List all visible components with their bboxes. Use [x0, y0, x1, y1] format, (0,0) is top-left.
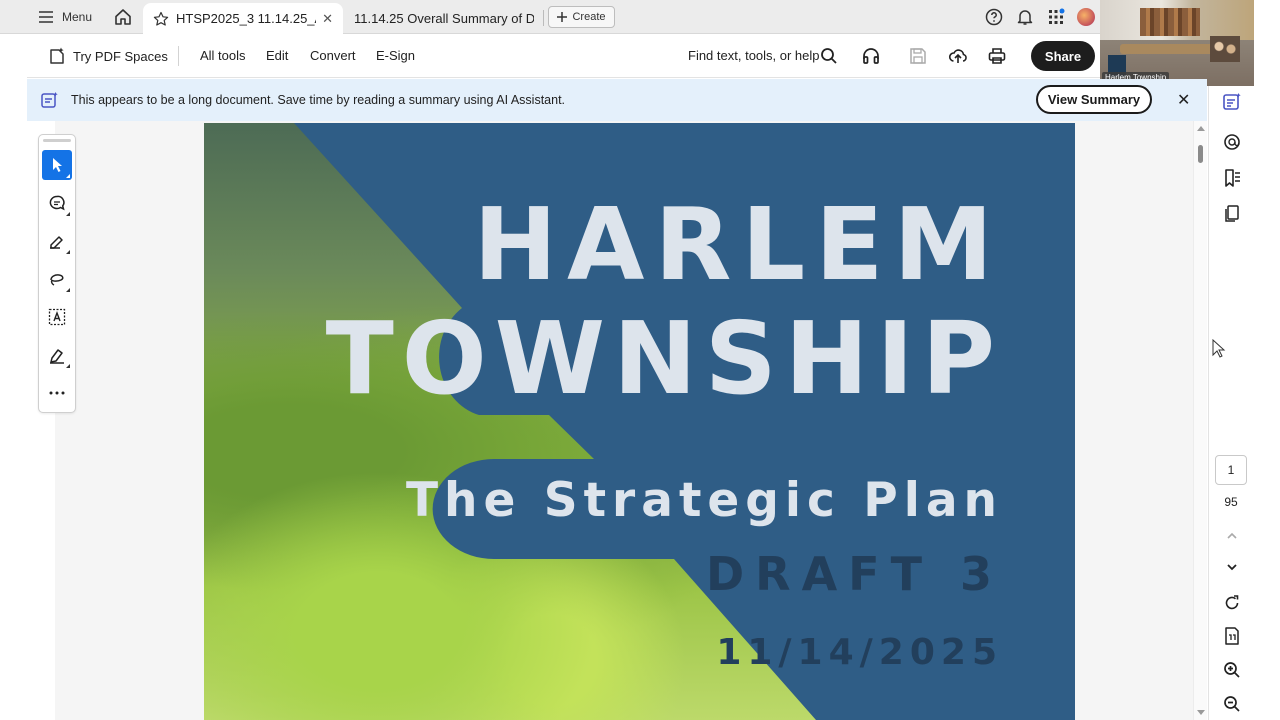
ai-assistant-icon [41, 92, 58, 108]
more-tools-button[interactable] [42, 378, 72, 408]
menu-edit[interactable]: Edit [266, 48, 288, 63]
quick-tools-rail [38, 134, 76, 413]
sparkle-doc-icon [50, 47, 64, 64]
ai-summary-panel-icon[interactable] [1222, 92, 1242, 112]
create-button[interactable]: Create [548, 6, 615, 28]
text-box-icon [48, 308, 66, 326]
app-toolbar: Try PDF Spaces All tools Edit Convert E-… [27, 34, 1100, 78]
text-box-tool-button[interactable] [42, 302, 72, 332]
menu-label: Menu [62, 10, 93, 24]
total-pages-label: 95 [1224, 495, 1238, 509]
submenu-indicator [66, 174, 70, 178]
menu-button[interactable]: Menu [38, 8, 92, 26]
select-tool-button[interactable] [42, 150, 72, 180]
comment-icon [49, 195, 65, 211]
tab-title: 11.14.25 Overall Summary of Dr... [354, 11, 534, 26]
zoom-out-icon[interactable] [1222, 694, 1242, 714]
scrollbar-thumb[interactable] [1198, 145, 1203, 163]
user-avatar[interactable] [1077, 8, 1095, 26]
fit-page-icon[interactable] [1222, 626, 1242, 646]
video-bookshelf [1140, 8, 1200, 36]
hamburger-icon [39, 11, 53, 23]
more-dots-icon [49, 391, 65, 395]
submenu-indicator [66, 250, 70, 254]
cover-subtitle: The Strategic Plan [405, 473, 1003, 528]
close-banner-icon[interactable]: ✕ [1177, 90, 1190, 110]
freehand-lasso-icon [50, 274, 64, 286]
rail-grip-handle[interactable] [43, 139, 71, 142]
search-icon[interactable] [819, 46, 839, 66]
star-icon[interactable] [153, 11, 169, 27]
tab-title: HTSP2025_3 11.14.25_A... [176, 11, 316, 26]
pdf-page: HARLEM TOWNSHIP The Strategic Plan DRAFT… [204, 123, 1075, 720]
try-pdf-spaces-button[interactable]: Try PDF Spaces [47, 46, 168, 66]
current-page-input[interactable]: 1 [1215, 455, 1247, 485]
close-tab-icon[interactable]: ✕ [322, 11, 333, 27]
menu-convert[interactable]: Convert [310, 48, 356, 63]
cover-title-line1: HARLEM [473, 186, 1003, 303]
page-thumbnails-icon[interactable] [1222, 204, 1242, 224]
browser-tab-bar: Menu HTSP2025_3 11.14.25_A... ✕ 11.14.25… [0, 0, 1100, 34]
vertical-scrollbar[interactable] [1193, 121, 1207, 720]
comment-tool-button[interactable] [42, 188, 72, 218]
toolbar-divider [178, 46, 179, 66]
right-side-panel: 1 95 [1208, 86, 1254, 720]
pointer-arrow-icon [53, 158, 62, 172]
mouse-cursor-icon [1212, 339, 1226, 358]
cover-title-line2: TOWNSHIP [325, 300, 1003, 417]
plus-icon [557, 12, 568, 22]
home-icon[interactable] [113, 7, 133, 27]
ai-summary-banner: This appears to be a long document. Save… [27, 79, 1207, 121]
menu-all-tools[interactable]: All tools [200, 48, 246, 63]
scroll-up-arrow[interactable] [1197, 126, 1205, 131]
highlight-tool-button[interactable] [42, 226, 72, 256]
bell-icon[interactable] [1016, 8, 1034, 26]
rotate-icon[interactable] [1222, 593, 1242, 613]
share-button[interactable]: Share [1031, 41, 1095, 71]
scroll-down-arrow[interactable] [1197, 710, 1205, 715]
highlighter-pen-icon [50, 236, 63, 249]
print-icon[interactable] [987, 46, 1007, 66]
view-summary-button[interactable]: View Summary [1036, 85, 1152, 114]
right-edge-strip [1254, 0, 1280, 720]
read-aloud-headphones-icon[interactable] [861, 46, 881, 66]
find-label[interactable]: Find text, tools, or help [688, 48, 820, 63]
pdf-spaces-label: Try PDF Spaces [73, 48, 168, 64]
zoom-in-icon[interactable] [1222, 660, 1242, 680]
draw-tool-button[interactable] [42, 264, 72, 294]
submenu-indicator [66, 364, 70, 368]
tab-divider [543, 10, 544, 26]
create-label: Create [572, 11, 606, 23]
fill-sign-tool-button[interactable] [42, 340, 72, 370]
tab-document-active[interactable]: HTSP2025_3 11.14.25_A... ✕ [143, 3, 343, 34]
previous-page-chevron-icon[interactable] [1222, 526, 1242, 546]
help-icon[interactable] [985, 8, 1003, 26]
next-page-chevron-icon[interactable] [1222, 557, 1242, 577]
save-icon[interactable] [908, 46, 928, 66]
video-feed-thumbnail[interactable]: Harlem Township [1100, 0, 1254, 86]
bookmarks-panel-icon[interactable] [1222, 168, 1242, 188]
cover-date: 11/14/2025 [716, 632, 1003, 673]
submenu-indicator [66, 212, 70, 216]
cover-draft-label: DRAFT 3 [705, 547, 1003, 601]
menu-e-sign[interactable]: E-Sign [376, 48, 415, 63]
video-people [1210, 36, 1240, 62]
banner-message: This appears to be a long document. Save… [71, 93, 566, 107]
comments-panel-icon[interactable] [1222, 132, 1242, 152]
submenu-indicator [66, 288, 70, 292]
cloud-upload-icon[interactable] [948, 46, 968, 66]
sign-pen-icon [50, 349, 64, 364]
tab-summary[interactable]: 11.14.25 Overall Summary of Dr... [345, 3, 543, 34]
apps-grid-icon[interactable] [1047, 8, 1065, 26]
